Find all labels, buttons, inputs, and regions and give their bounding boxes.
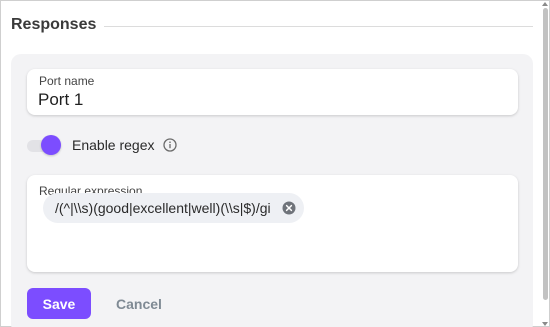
enable-regex-label: Enable regex (72, 137, 155, 153)
section-header: Responses (11, 13, 533, 37)
section-title: Responses (11, 16, 97, 33)
save-button[interactable]: Save (27, 288, 91, 319)
regex-chip: /(^|\\s)(good|excellent|well)(\\s|$)/gi (43, 193, 304, 223)
enable-regex-row: Enable regex (27, 134, 177, 156)
port-name-input[interactable] (38, 88, 498, 112)
scroll-down-arrow-icon[interactable] (542, 322, 548, 326)
regex-chip-text: /(^|\\s)(good|excellent|well)(\\s|$)/gi (55, 200, 271, 216)
enable-regex-toggle[interactable] (27, 135, 61, 155)
regular-expression-field[interactable]: Regular expression /(^|\\s)(good|excelle… (27, 175, 518, 272)
form-actions: Save Cancel (27, 288, 162, 319)
close-circle-icon[interactable] (282, 201, 296, 215)
vertical-scrollbar[interactable] (541, 2, 550, 327)
cancel-button[interactable]: Cancel (116, 296, 162, 312)
scroll-up-arrow-icon[interactable] (542, 2, 548, 6)
port-name-label: Port name (39, 74, 95, 88)
scroll-thumb[interactable] (543, 8, 548, 300)
toggle-knob (41, 135, 61, 155)
responses-panel: Port name Enable regex Regular expressio… (11, 54, 533, 327)
port-name-field[interactable]: Port name (27, 69, 518, 115)
section-divider (104, 25, 533, 27)
responses-dialog: Responses Port name Enable regex Regul (0, 0, 550, 327)
info-icon[interactable] (162, 138, 177, 152)
